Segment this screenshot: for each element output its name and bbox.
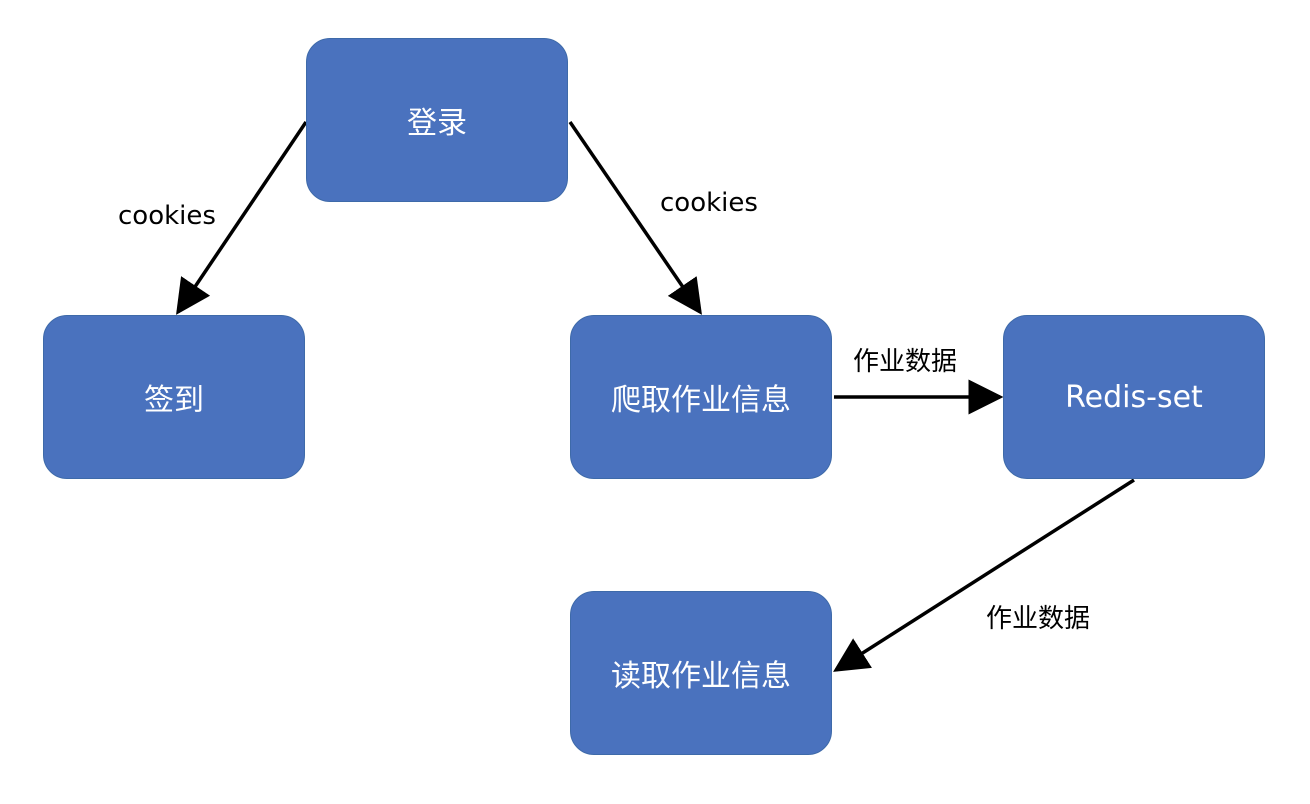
node-login-label: 登录 (407, 106, 467, 141)
node-crawl: 爬取作业信息 (570, 315, 832, 479)
node-sign-in-label: 签到 (144, 383, 204, 418)
edge-redis-to-read (833, 478, 1135, 672)
node-login: 登录 (306, 38, 568, 202)
edge-label-crawl-to-redis: 作业数据 (853, 347, 958, 377)
node-read: 读取作业信息 (570, 591, 832, 755)
node-redis: Redis-set (1003, 315, 1265, 479)
flow-diagram: 登录 签到 爬取作业信息 Redis-set 读取作业信息 cookies co… (0, 0, 1310, 804)
node-read-label: 读取作业信息 (611, 659, 791, 694)
node-redis-label: Redis-set (1065, 379, 1203, 415)
edge-label-login-to-crawl: cookies (660, 188, 758, 218)
edge-label-redis-to-read: 作业数据 (986, 604, 1091, 634)
node-crawl-label: 爬取作业信息 (611, 383, 791, 418)
edge-label-login-to-sign-in: cookies (118, 201, 216, 231)
node-sign-in: 签到 (43, 315, 305, 479)
